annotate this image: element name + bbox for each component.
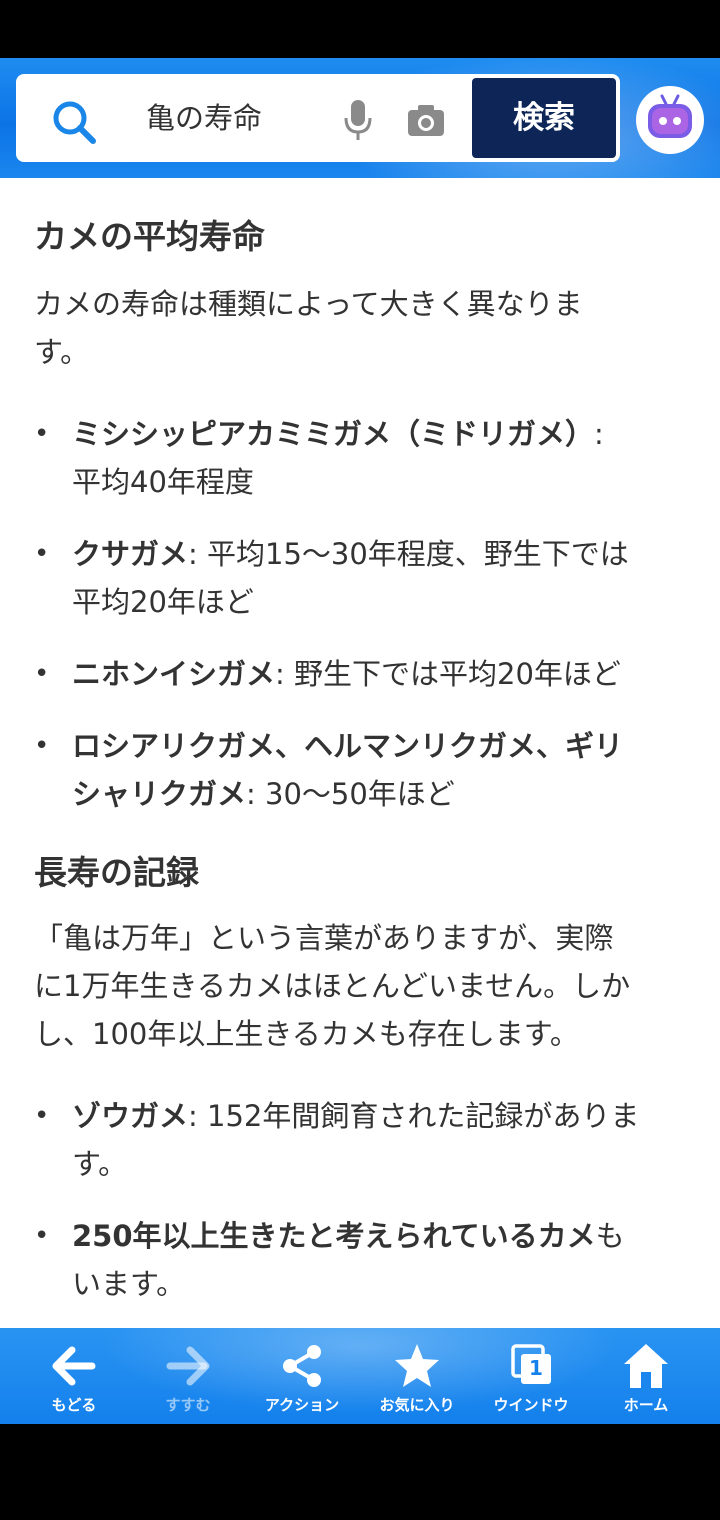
forward-button[interactable]: すすむ — [128, 1328, 248, 1424]
favorites-button[interactable]: お気に入り — [357, 1328, 477, 1424]
paragraph-line: 「亀は万年」という言葉がありますが、実際 — [34, 921, 614, 955]
bullet-dot: • — [34, 659, 50, 689]
toolbar-label: アクション — [264, 1396, 340, 1414]
search-input[interactable]: 亀の寿命 — [146, 76, 262, 160]
section-heading-longevity-records: 長寿の記録 — [34, 853, 199, 892]
bullet-dot: • — [34, 419, 50, 449]
toolbar-label: ホーム — [623, 1396, 669, 1414]
list-item-text: も — [595, 1219, 625, 1253]
list-item-text: : 152年間飼育された記録がありま — [188, 1099, 640, 1133]
list-item-text: 平均40年程度 — [72, 465, 254, 499]
paragraph-line: す。 — [34, 335, 90, 369]
list-item-text: : 野生下では平均20年ほど — [275, 657, 621, 691]
list-item-text: : 30〜50年ほど — [246, 777, 455, 811]
assistant-icon[interactable] — [636, 86, 704, 154]
status-bar — [0, 0, 720, 58]
search-icon — [53, 101, 96, 144]
search-button[interactable]: 検索 — [472, 78, 616, 158]
species-name: ゾウガメ — [72, 1099, 189, 1133]
bullet-dot: • — [34, 539, 50, 569]
arrow-left-icon — [52, 1346, 96, 1386]
microphone-icon[interactable] — [342, 98, 374, 142]
home-button[interactable]: ホーム — [586, 1328, 706, 1424]
windows-button[interactable]: 1 ウインドウ — [471, 1328, 591, 1424]
list-item-text: います。 — [72, 1267, 186, 1301]
species-name: ミシシッピアカミミガメ（ミドリガメ） — [72, 417, 595, 451]
bottom-toolbar: もどる すすむ アクション お気に入り 1 ウインドウ ホーム — [0, 1328, 720, 1424]
species-name: 250年以上生きたと考えられているカメ — [72, 1219, 596, 1253]
star-icon — [395, 1344, 439, 1387]
bullet-dot: • — [34, 1101, 50, 1131]
toolbar-label: すすむ — [165, 1396, 211, 1414]
list-item-text: 平均20年ほど — [72, 585, 254, 619]
section-heading-average-lifespan: カメの平均寿命 — [34, 217, 265, 256]
list-item-text: : — [594, 417, 604, 451]
bullet-dot: • — [34, 1221, 50, 1251]
paragraph-line: カメの寿命は種類によって大きく異なりま — [34, 287, 583, 321]
intro-paragraph: カメの寿命は種類によって大きく異なりま す。 — [34, 280, 694, 376]
back-button[interactable]: もどる — [14, 1328, 134, 1424]
list-item-text: す。 — [72, 1147, 128, 1181]
browser-header: 亀の寿命 検索 — [0, 58, 720, 178]
species-name: ニホンイシガメ — [72, 657, 276, 691]
action-button[interactable]: アクション — [242, 1328, 362, 1424]
toolbar-label: もどる — [51, 1396, 97, 1414]
toolbar-label: お気に入り — [379, 1396, 455, 1414]
camera-icon[interactable] — [406, 102, 446, 138]
records-paragraph: 「亀は万年」という言葉がありますが、実際 に1万年生きるカメはほとんどいません。… — [34, 914, 694, 1058]
species-name: シャリクガメ — [72, 777, 247, 811]
species-name: ロシアリクガメ、ヘルマンリクガメ、ギリ — [72, 729, 624, 763]
toolbar-label: ウインドウ — [493, 1396, 569, 1414]
species-name: クサガメ — [72, 537, 189, 571]
bullet-dot: • — [34, 731, 50, 761]
arrow-right-icon — [166, 1346, 210, 1386]
list-item-text: : 平均15〜30年程度、野生下では — [188, 537, 629, 571]
paragraph-line: に1万年生きるカメはほとんどいません。しか — [34, 969, 631, 1003]
page-content: カメの平均寿命 カメの寿命は種類によって大きく異なりま す。 • ミシシッピアカ… — [0, 178, 720, 1328]
home-icon — [624, 1344, 668, 1388]
system-navigation-bar — [0, 1424, 720, 1520]
paragraph-line: し、100年以上生きるカメも存在します。 — [34, 1017, 579, 1051]
search-box[interactable]: 亀の寿命 検索 — [16, 74, 620, 162]
share-icon — [283, 1345, 321, 1387]
window-count-badge: 1 — [529, 1356, 543, 1380]
